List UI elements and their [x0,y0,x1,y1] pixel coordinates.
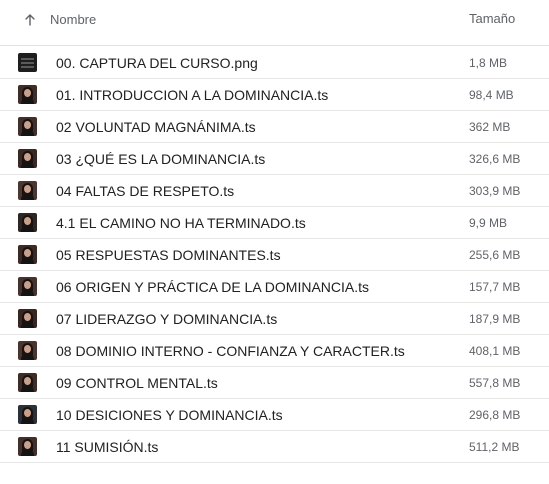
video-thumbnail-icon [18,437,37,456]
file-name: 08 DOMINIO INTERNO - CONFIANZA Y CARACTE… [56,343,405,359]
video-thumbnail-icon [18,117,37,136]
video-thumbnail-icon [18,213,37,232]
file-size: 511,2 MB [469,440,520,454]
file-row[interactable]: 4.1 EL CAMINO NO HA TERMINADO.ts 9,9 MB [0,207,549,239]
file-size: 557,8 MB [469,376,521,390]
file-size: 303,9 MB [469,184,521,198]
file-size: 296,8 MB [469,408,521,422]
file-rows: 00. CAPTURA DEL CURSO.png 1,8 MB 01. INTRO… [0,47,549,463]
file-row[interactable]: 11 SUMISIÓN.ts 511,2 MB [0,431,549,463]
file-row[interactable]: 01. INTRODUCCION A LA DOMINANCIA.ts 98,4 … [0,79,549,111]
file-row[interactable]: 06 ORIGEN Y PRÁCTICA DE LA DOMINANCIA.ts… [0,271,549,303]
file-name: 00. CAPTURA DEL CURSO.png [56,55,258,71]
file-name: 02 VOLUNTAD MAGNÁNIMA.ts [56,119,256,135]
arrow-up-icon[interactable] [22,11,38,27]
file-row[interactable]: 09 CONTROL MENTAL.ts 557,8 MB [0,367,549,399]
video-thumbnail-icon [18,149,37,168]
file-row[interactable]: 04 FALTAS DE RESPETO.ts 303,9 MB [0,175,549,207]
file-name: 11 SUMISIÓN.ts [56,439,159,455]
file-row[interactable]: 05 RESPUESTAS DOMINANTES.ts 255,6 MB [0,239,549,271]
video-thumbnail-icon [18,341,37,360]
file-name: 4.1 EL CAMINO NO HA TERMINADO.ts [56,215,306,231]
file-size: 362 MB [469,120,511,134]
file-row[interactable]: 08 DOMINIO INTERNO - CONFIANZA Y CARACTE… [0,335,549,367]
image-thumbnail-icon [18,53,37,72]
file-size: 98,4 MB [469,88,514,102]
file-name: 10 DESICIONES Y DOMINANCIA.ts [56,407,283,423]
file-name: 03 ¿QUÉ ES LA DOMINANCIA.ts [56,151,266,167]
file-size: 1,8 MB [469,56,508,70]
file-list: Nombre Tamaño 00. CAPTURA DEL CURSO.png 1… [0,0,549,484]
video-thumbnail-icon [18,85,37,104]
video-thumbnail-icon [18,277,37,296]
list-header: Nombre Tamaño [0,0,549,46]
file-name: 07 LIDERAZGO Y DOMINANCIA.ts [56,311,278,327]
file-row[interactable]: 07 LIDERAZGO Y DOMINANCIA.ts 187,9 MB [0,303,549,335]
file-size: 408,1 MB [469,344,521,358]
file-row[interactable]: 10 DESICIONES Y DOMINANCIA.ts 296,8 MB [0,399,549,431]
file-name: 04 FALTAS DE RESPETO.ts [56,183,235,199]
file-row[interactable]: 02 VOLUNTAD MAGNÁNIMA.ts 362 MB [0,111,549,143]
file-size: 255,6 MB [469,248,521,262]
file-size: 326,6 MB [469,152,521,166]
video-thumbnail-icon [18,181,37,200]
file-row[interactable]: 00. CAPTURA DEL CURSO.png 1,8 MB [0,47,549,79]
column-header-size[interactable]: Tamaño [469,11,515,26]
file-size: 187,9 MB [469,312,521,326]
file-name: 09 CONTROL MENTAL.ts [56,375,218,391]
video-thumbnail-icon [18,373,37,392]
video-thumbnail-icon [18,245,37,264]
video-thumbnail-icon [18,405,37,424]
file-name: 05 RESPUESTAS DOMINANTES.ts [56,247,281,263]
file-size: 9,9 MB [469,216,508,230]
file-name: 06 ORIGEN Y PRÁCTICA DE LA DOMINANCIA.ts [56,279,370,295]
file-row[interactable]: 03 ¿QUÉ ES LA DOMINANCIA.ts 326,6 MB [0,143,549,175]
video-thumbnail-icon [18,309,37,328]
file-name: 01. INTRODUCCION A LA DOMINANCIA.ts [56,87,329,103]
file-size: 157,7 MB [469,280,521,294]
column-header-name[interactable]: Nombre [50,12,96,27]
